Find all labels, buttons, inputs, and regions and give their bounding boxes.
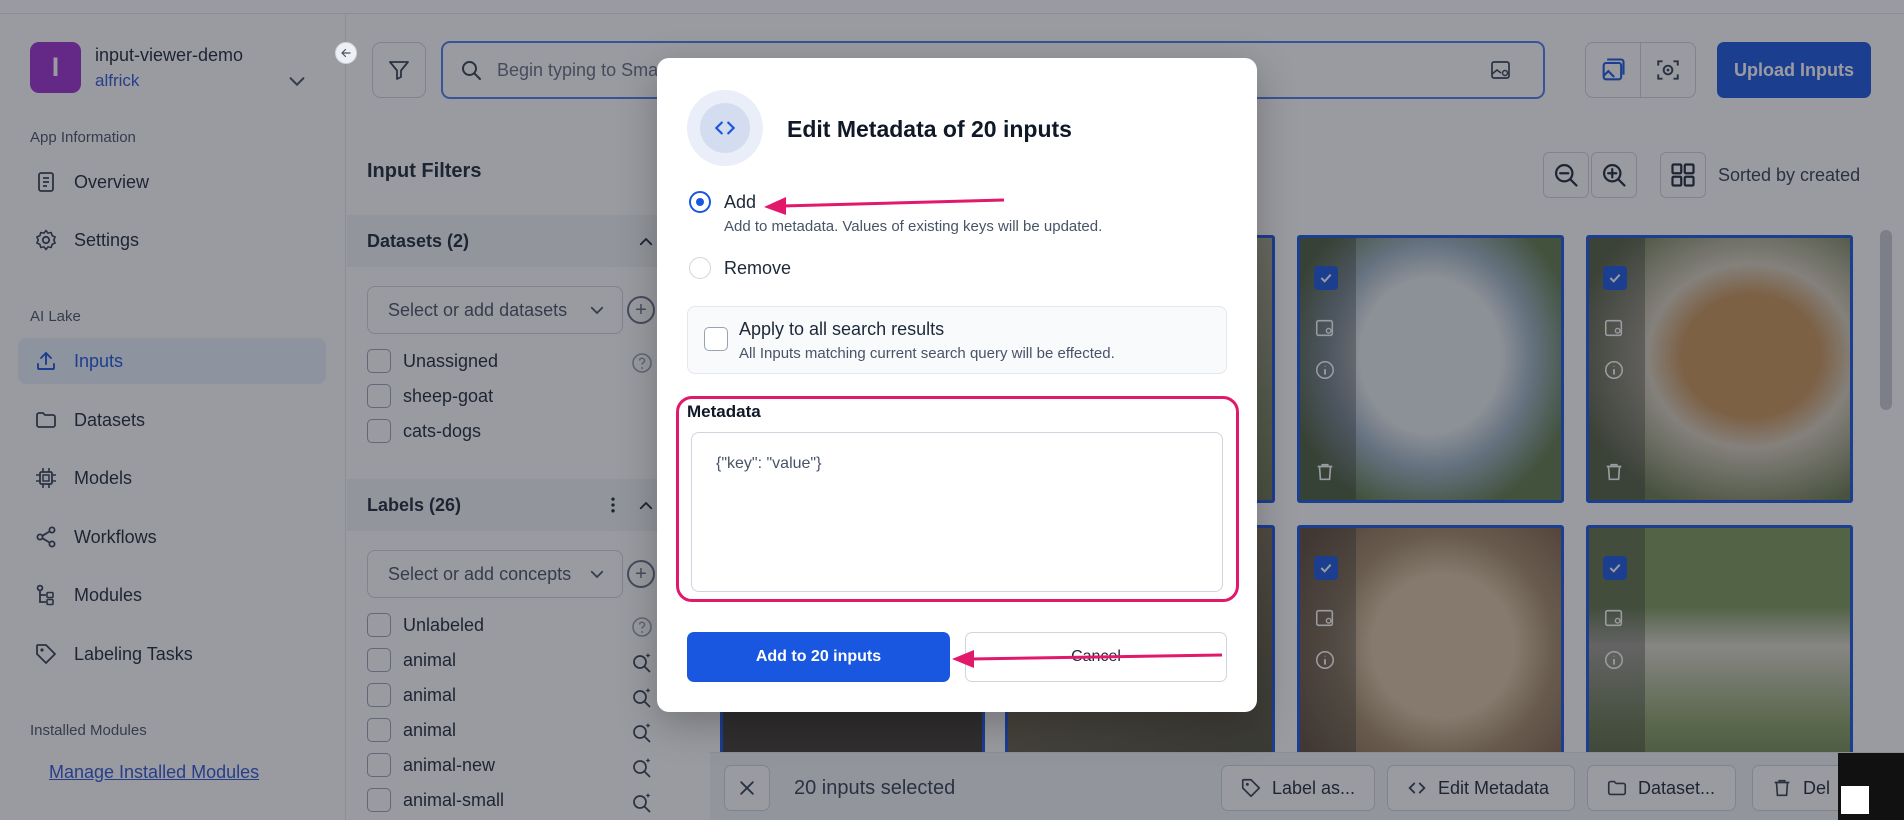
metadata-textarea[interactable] bbox=[691, 432, 1223, 592]
arrow-left-icon bbox=[341, 48, 351, 58]
apply-to-all-description: All Inputs matching current search query… bbox=[739, 345, 1115, 362]
edit-metadata-modal: Edit Metadata of 20 inputs Add Add to me… bbox=[657, 58, 1257, 712]
apply-to-all-option[interactable]: Apply to all search results All Inputs m… bbox=[687, 306, 1227, 374]
remove-radio-label[interactable]: Remove bbox=[724, 258, 791, 279]
add-radio-label[interactable]: Add bbox=[724, 192, 756, 213]
cancel-button[interactable]: Cancel bbox=[965, 632, 1227, 682]
apply-to-all-title: Apply to all search results bbox=[739, 319, 945, 339]
remove-radio[interactable] bbox=[689, 257, 711, 279]
add-radio-description: Add to metadata. Values of existing keys… bbox=[724, 218, 1103, 235]
metadata-label: Metadata bbox=[687, 402, 761, 421]
add-to-inputs-button[interactable]: Add to 20 inputs bbox=[687, 632, 950, 682]
code-icon bbox=[714, 121, 736, 135]
cursor-overlay-square bbox=[1841, 786, 1869, 814]
apply-to-all-checkbox[interactable] bbox=[704, 327, 728, 351]
add-radio[interactable] bbox=[689, 191, 711, 213]
modal-icon-badge bbox=[687, 90, 763, 166]
modal-title: Edit Metadata of 20 inputs bbox=[787, 116, 1072, 142]
collapse-sidebar-button[interactable] bbox=[335, 42, 357, 64]
